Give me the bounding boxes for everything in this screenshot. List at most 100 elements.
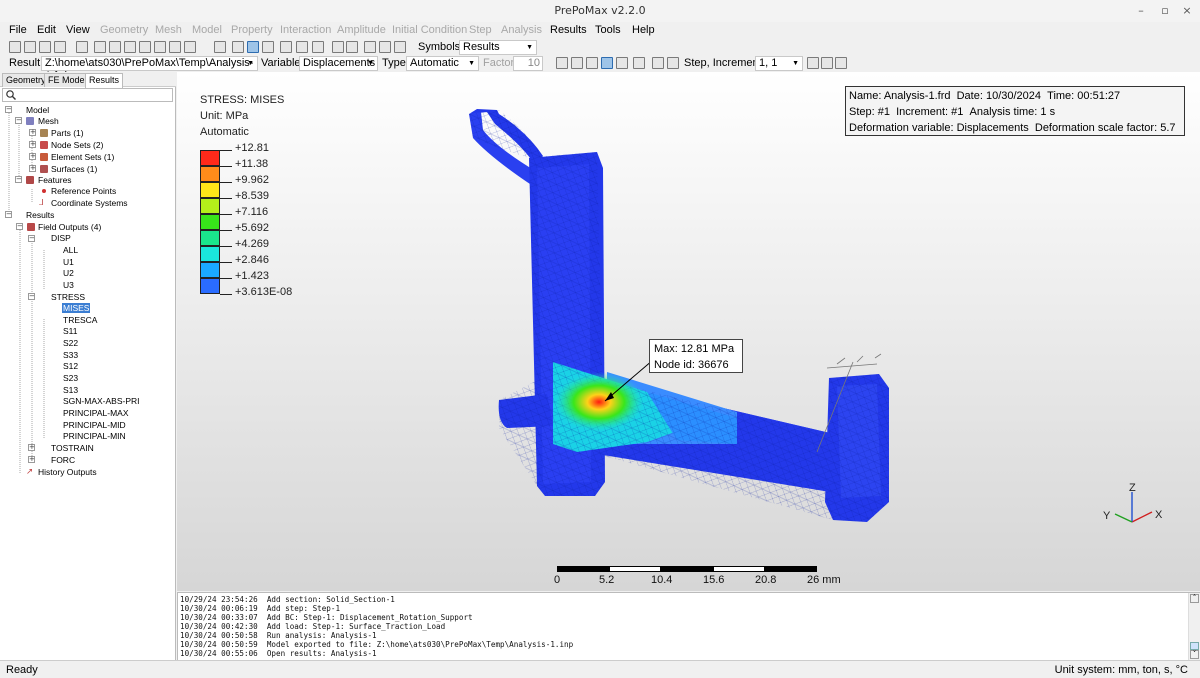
query-icon[interactable] (312, 41, 324, 53)
tree-stress-item[interactable]: S23 (63, 373, 78, 383)
tree-stress-item[interactable]: SGN-MAX-ABS-PRI (63, 396, 140, 406)
minimize-button[interactable]: – (1130, 0, 1152, 22)
menu-interaction[interactable]: Interaction (280, 24, 331, 36)
save-icon[interactable] (54, 41, 66, 53)
expand-parts-icon[interactable]: + (29, 129, 36, 136)
tree-disp-item[interactable]: U2 (63, 268, 74, 278)
tab-results[interactable]: Results (85, 73, 124, 88)
tree-stress-item[interactable]: S12 (63, 361, 78, 371)
tree-stress-item[interactable]: PRINCIPAL-MIN (63, 431, 126, 441)
scroll-up-icon[interactable]: ˄ (1190, 594, 1199, 603)
tree-features[interactable]: Features (38, 175, 72, 185)
tree-stress[interactable]: STRESS (51, 292, 85, 302)
menu-model[interactable]: Model (192, 24, 222, 36)
next-icon[interactable] (807, 57, 819, 69)
view-bottom-icon[interactable] (139, 41, 151, 53)
menu-geometry[interactable]: Geometry (100, 24, 148, 36)
expand-surfaces-icon[interactable]: + (29, 165, 36, 172)
tree-element-sets[interactable]: Element Sets (1) (51, 152, 114, 162)
menu-amplitude[interactable]: Amplitude (337, 24, 386, 36)
tree-stress-item[interactable]: S11 (63, 326, 78, 336)
menu-property[interactable]: Property (231, 24, 273, 36)
tree-stress-item[interactable]: S33 (63, 350, 78, 360)
expand-element-sets-icon[interactable]: + (29, 153, 36, 160)
import-icon[interactable] (39, 41, 51, 53)
shaded-edges-icon[interactable] (247, 41, 259, 53)
collapse-disp-icon[interactable]: − (28, 235, 35, 242)
symbols-select[interactable]: Results ▼ (459, 40, 537, 55)
tree-history-outputs[interactable]: History Outputs (38, 467, 97, 477)
undeformed-icon[interactable] (556, 57, 568, 69)
view-front-icon[interactable] (94, 41, 106, 53)
tree-node-sets[interactable]: Node Sets (2) (51, 140, 103, 150)
tree-field-outputs[interactable]: Field Outputs (4) (38, 222, 101, 232)
tree-stress-item[interactable]: S22 (63, 338, 78, 348)
view-right-icon[interactable] (169, 41, 181, 53)
tree-disp-item[interactable]: U3 (63, 280, 74, 290)
type-select[interactable]: Automatic ▼ (406, 56, 479, 71)
section-view-icon[interactable] (280, 41, 292, 53)
expand-forc-icon[interactable]: + (28, 456, 35, 463)
first-icon[interactable] (652, 57, 664, 69)
tree-stress-item[interactable]: S13 (63, 385, 78, 395)
pick-pin-icon[interactable] (346, 41, 358, 53)
undeformed-wireframe-icon[interactable] (601, 57, 613, 69)
tree-search-input[interactable] (2, 88, 173, 102)
play-icon[interactable] (835, 57, 847, 69)
collapse-model-icon[interactable]: − (5, 106, 12, 113)
collapse-field-outputs-icon[interactable]: − (16, 223, 23, 230)
wireframe-icon[interactable] (232, 41, 244, 53)
tree-forc[interactable]: FORC (51, 455, 75, 465)
factor-input[interactable]: 10 (513, 56, 543, 71)
view-back-icon[interactable] (109, 41, 121, 53)
view-top-icon[interactable] (124, 41, 136, 53)
tree-results[interactable]: Results (26, 210, 54, 220)
shaded-icon[interactable] (214, 41, 226, 53)
console-scrollbar[interactable]: ˄ ˅ (1188, 593, 1200, 661)
menu-analysis[interactable]: Analysis (501, 24, 542, 36)
collapse-stress-icon[interactable]: − (28, 293, 35, 300)
scroll-thumb[interactable] (1190, 642, 1199, 650)
menu-step[interactable]: Step (469, 24, 492, 36)
tab-geometry[interactable]: Geometry (2, 73, 50, 87)
collapse-mesh-icon[interactable]: − (15, 117, 22, 124)
previous-icon[interactable] (667, 57, 679, 69)
expand-node-sets-icon[interactable]: + (29, 141, 36, 148)
expand-tostrain-icon[interactable]: + (28, 444, 35, 451)
menu-help[interactable]: Help (632, 24, 655, 36)
view-left-icon[interactable] (154, 41, 166, 53)
new-icon[interactable] (9, 41, 21, 53)
tree-surfaces[interactable]: Surfaces (1) (51, 164, 97, 174)
max-value-annotation[interactable]: Max: 12.81 MPa Node id: 36676 (649, 339, 743, 373)
menu-edit[interactable]: Edit (37, 24, 56, 36)
zoom-icon[interactable] (76, 41, 88, 53)
step-increment-select[interactable]: 1, 1 ▼ (755, 56, 803, 71)
deformed-icon[interactable] (571, 57, 583, 69)
collapse-results-icon[interactable]: − (5, 211, 12, 218)
tree-stress-item[interactable]: PRINCIPAL-MID (63, 420, 126, 430)
tree-stress-item[interactable]: PRINCIPAL-MAX (63, 408, 129, 418)
hide-all-icon[interactable] (394, 41, 406, 53)
tab-fe-model[interactable]: FE Model (44, 73, 91, 87)
show-icon[interactable] (364, 41, 376, 53)
tree-disp-item[interactable]: ALL (63, 245, 78, 255)
3d-viewport[interactable]: STRESS: MISES Unit: MPa Automatic +12.81… (177, 72, 1200, 591)
scroll-down-icon[interactable]: ˅ (1190, 650, 1199, 659)
variable-select[interactable]: Displacements ▼ (299, 56, 378, 71)
close-button[interactable]: × (1176, 0, 1198, 22)
menu-initial-condition[interactable]: Initial Condition (392, 24, 467, 36)
tree-disp[interactable]: DISP (51, 233, 71, 243)
result-file-select[interactable]: Z:\home\ats030\PrePoMax\Temp\Analysis-1.… (41, 56, 258, 82)
collapse-features-icon[interactable]: − (15, 176, 22, 183)
last-icon[interactable] (821, 57, 833, 69)
tree-mesh[interactable]: Mesh (38, 116, 59, 126)
view-iso-icon[interactable] (184, 41, 196, 53)
menu-view[interactable]: View (66, 24, 90, 36)
menu-mesh[interactable]: Mesh (155, 24, 182, 36)
tree-model[interactable]: Model (26, 105, 49, 115)
menu-results[interactable]: Results (550, 24, 587, 36)
hide-icon[interactable] (379, 41, 391, 53)
open-icon[interactable] (24, 41, 36, 53)
tree-tostrain[interactable]: TOSTRAIN (51, 443, 94, 453)
scale-icon[interactable] (633, 57, 645, 69)
